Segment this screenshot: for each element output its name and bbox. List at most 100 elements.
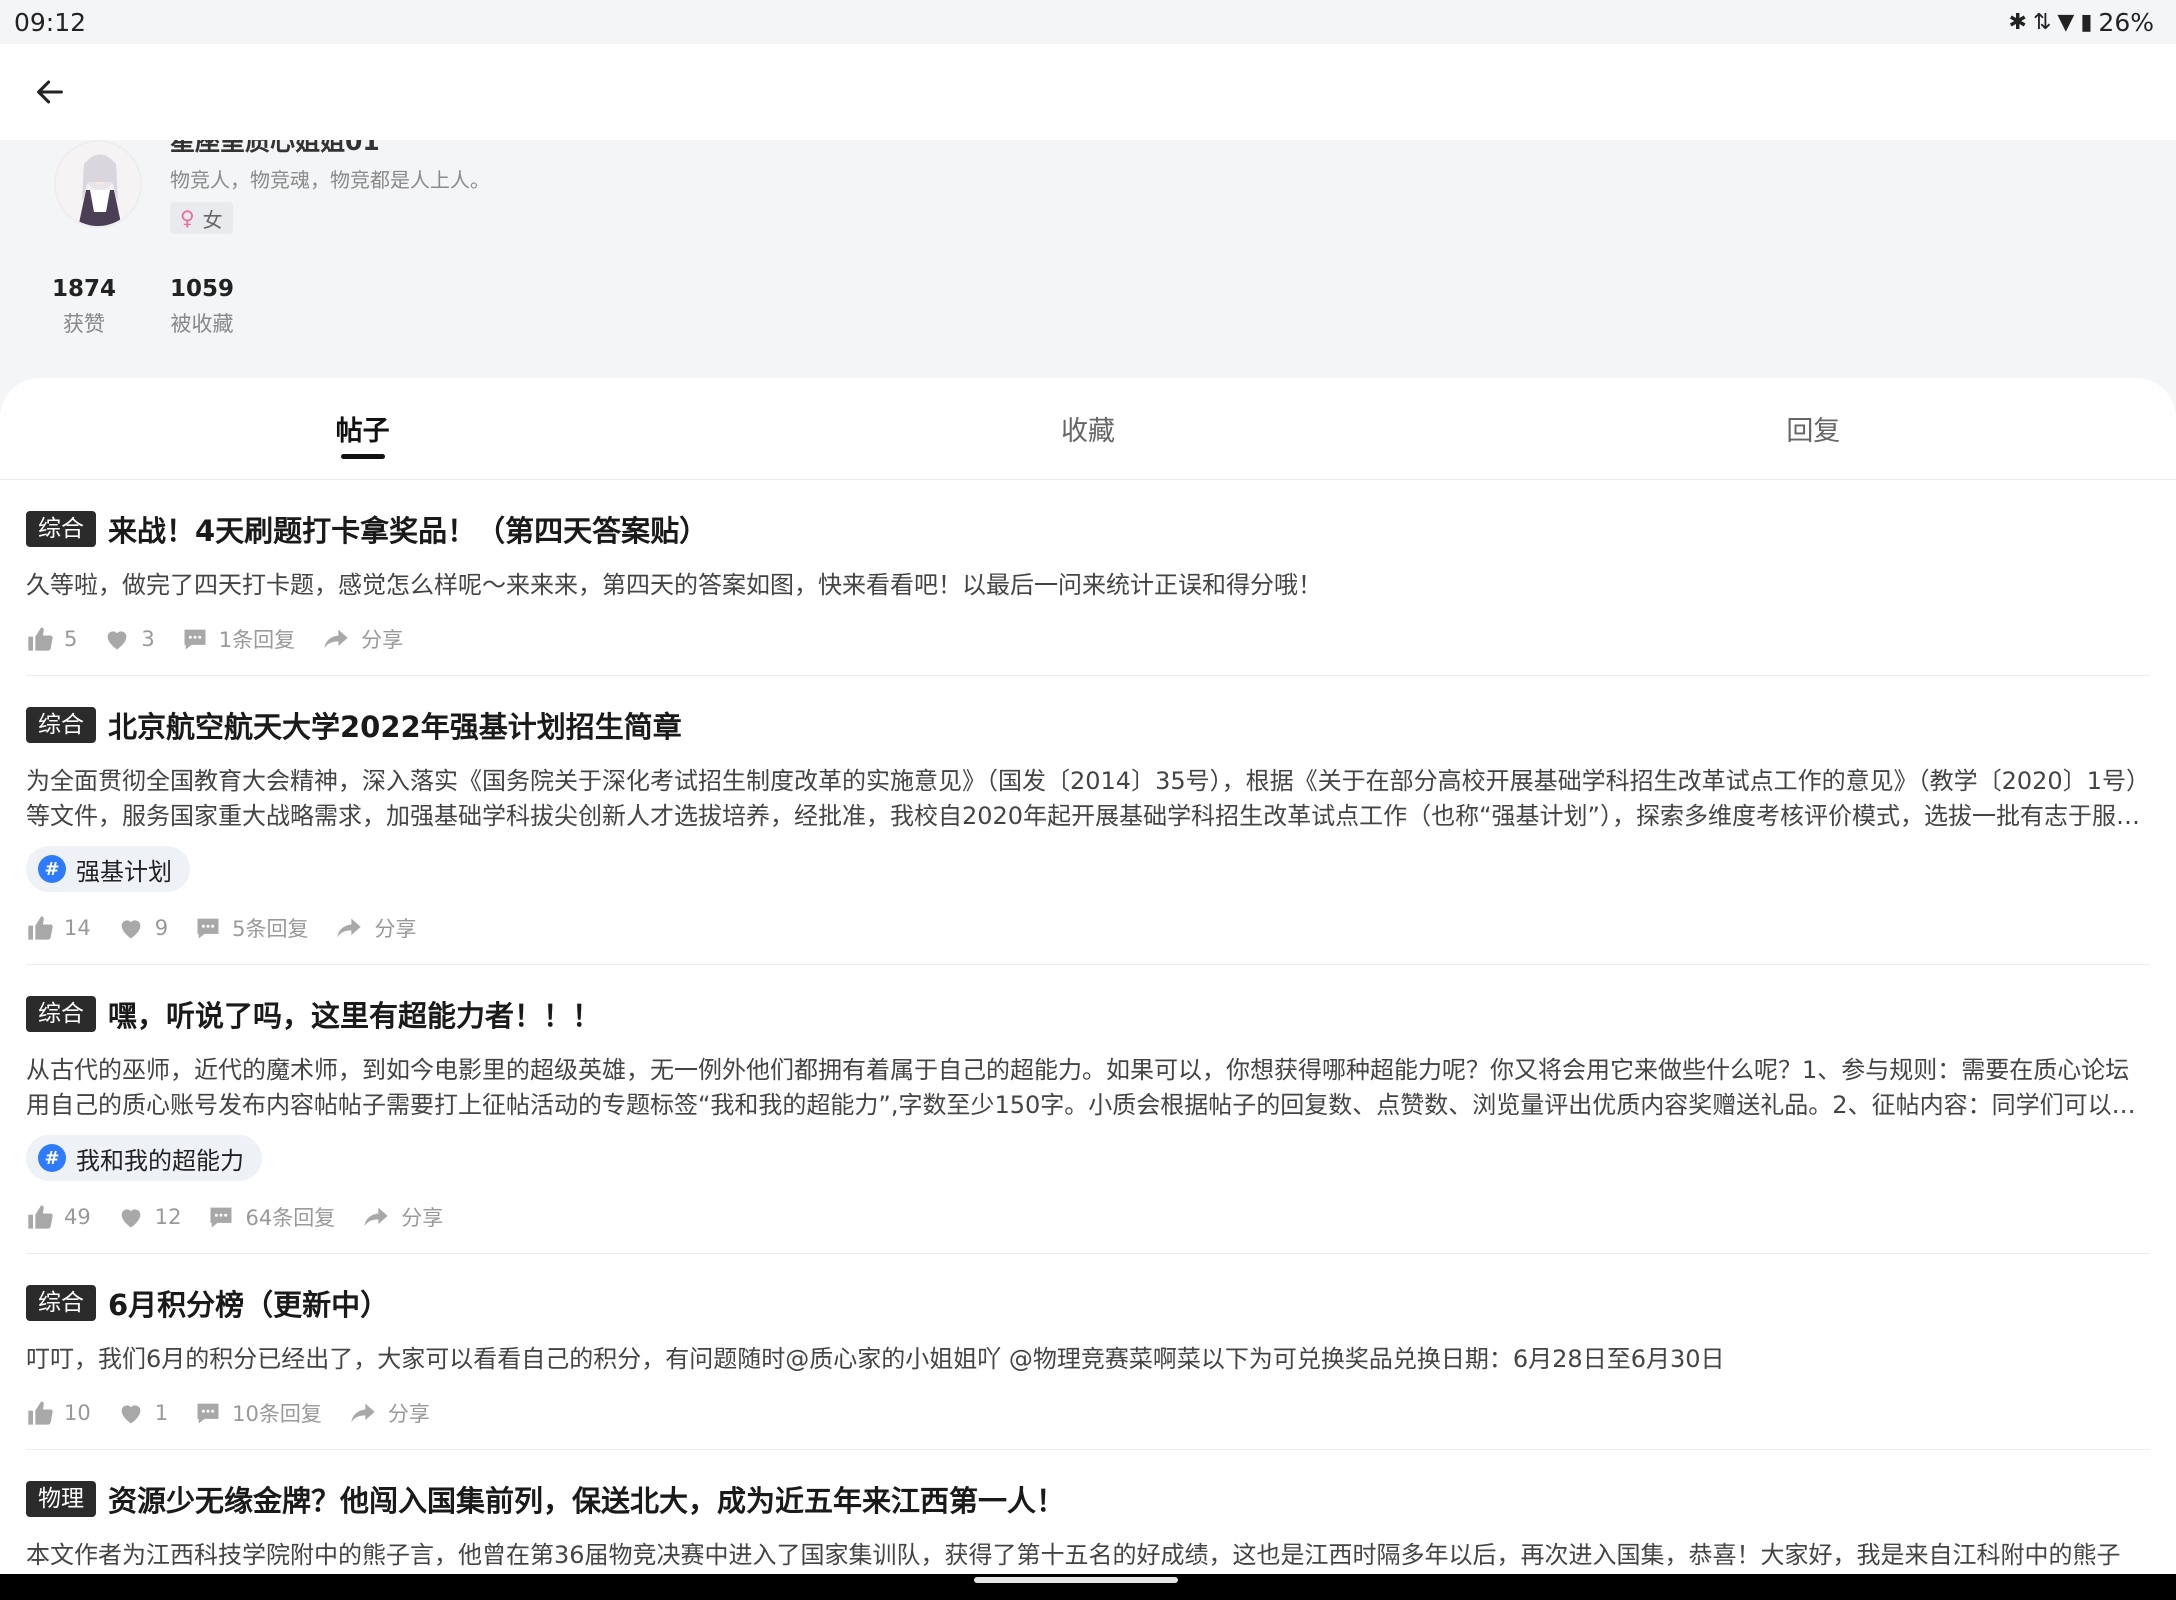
post-title[interactable]: 嘿，听说了吗，这里有超能力者！！！ [108, 993, 601, 1035]
reply-count: 10条回复 [232, 1402, 322, 1426]
comment-icon [210, 1207, 232, 1228]
heart-icon [108, 631, 127, 650]
tab-favorites[interactable]: 收藏 [725, 378, 1450, 479]
like-count: 10 [64, 1401, 91, 1425]
arrow-left-icon [37, 80, 63, 104]
share-label: 分享 [401, 1206, 444, 1230]
gender-label: 女 [202, 207, 223, 232]
reply-count: 5条回复 [232, 917, 309, 941]
stat-label: 获赞 [63, 312, 105, 336]
post-item[interactable]: 综合 北京航空航天大学2022年强基计划招生简章 为全面贯彻全国教育大会精神，深… [26, 676, 2150, 965]
thumbs-up-icon [28, 916, 53, 940]
post-excerpt: 为全面贯彻全国教育大会精神，深入落实《国务院关于深化考试招生制度改革的实施意见》… [26, 767, 2150, 830]
share-icon [351, 1403, 375, 1423]
heart-icon [121, 1209, 141, 1228]
reply-button[interactable]: 10条回复 [194, 1398, 322, 1428]
thumbs-up-icon [28, 1205, 53, 1229]
post-excerpt: 本文作者为江西科技学院附中的熊子言，他曾在第36届物竞决赛中进入了国家集训队，获… [26, 1541, 2121, 1569]
hashtag-icon: # [38, 1144, 66, 1172]
avatar-image [56, 142, 140, 226]
favorite-button[interactable]: 1 [117, 1399, 168, 1427]
share-button[interactable]: 分享 [348, 1398, 430, 1428]
gender-chip: ♀ 女 [170, 202, 233, 234]
like-button[interactable]: 49 [26, 1203, 91, 1231]
stat-likes: 1874 获赞 [52, 276, 116, 338]
heart-icon [121, 920, 141, 939]
share-button[interactable]: 分享 [321, 624, 403, 654]
battery-level: 26% [2098, 7, 2154, 37]
share-label: 分享 [374, 917, 417, 941]
post-excerpt: 久等啦，做完了四天打卡题，感觉怎么样呢～来来来，第四天的答案如图，快来看看吧！以… [26, 571, 1322, 599]
female-icon: ♀ [180, 206, 195, 230]
post-excerpt: 从古代的巫师，近代的魔术师，到如今电影里的超级英雄，无一例外他们都拥有着属于自己… [26, 1056, 2136, 1119]
stat-label: 被收藏 [170, 312, 234, 336]
like-count: 14 [64, 916, 91, 940]
post-title[interactable]: 来战！4天刷题打卡拿奖品！（第四天答案贴） [108, 508, 708, 550]
post-item[interactable]: 综合 来战！4天刷题打卡拿奖品！（第四天答案贴） 久等啦，做完了四天打卡题，感觉… [26, 480, 2150, 676]
share-button[interactable]: 分享 [334, 913, 416, 943]
topic-tag[interactable]: # 强基计划 [26, 846, 190, 892]
post-actions: 14 9 5条回复 分享 [26, 892, 2150, 964]
comment-icon [184, 629, 206, 650]
post-excerpt: 叮叮，我们6月的积分已经出了，大家可以看看自己的积分，有问题随时@质心家的小姐姐… [26, 1345, 1725, 1373]
post-title[interactable]: 6月积分榜（更新中） [108, 1282, 389, 1324]
post-item[interactable]: 物理 资源少无缘金牌？他闯入国集前列，保送北大，成为近五年来江西第一人！ 本文作… [26, 1450, 2150, 1574]
status-icons: ✱ ⇅ ▼ ▮ 26% [2009, 8, 2154, 37]
heart-icon [121, 1405, 141, 1424]
tab-posts[interactable]: 帖子 [0, 378, 725, 479]
thumbs-up-icon [28, 627, 53, 651]
share-icon [337, 918, 362, 938]
post-item[interactable]: 综合 6月积分榜（更新中） 叮叮，我们6月的积分已经出了，大家可以看看自己的积分… [26, 1254, 2150, 1450]
like-count: 5 [64, 627, 78, 651]
share-button[interactable]: 分享 [361, 1202, 443, 1232]
reply-button[interactable]: 64条回复 [207, 1202, 335, 1232]
content-card: 帖子 收藏 回复 综合 来战！4天刷题打卡拿奖品！（第四天答案贴） 久等啦，做完… [0, 378, 2176, 1574]
post-actions: 10 1 10条回复 分享 [26, 1377, 2150, 1449]
post-list: 综合 来战！4天刷题打卡拿奖品！（第四天答案贴） 久等啦，做完了四天打卡题，感觉… [0, 480, 2176, 1574]
home-indicator[interactable] [974, 1577, 1178, 1583]
favorite-button[interactable]: 3 [103, 625, 155, 653]
favorite-count: 1 [154, 1401, 169, 1425]
topic-label: 我和我的超能力 [76, 1146, 244, 1175]
post-title-row: 物理 资源少无缘金牌？他闯入国集前列，保送北大，成为近五年来江西第一人！ [26, 1478, 2150, 1520]
profile-bio: 物竞人，物竞魂，物竞都是人上人。 [170, 168, 490, 192]
post-item[interactable]: 综合 嘿，听说了吗，这里有超能力者！！！ 从古代的巫师，近代的魔术师，到如今电影… [26, 965, 2150, 1254]
share-label: 分享 [387, 1402, 430, 1426]
like-count: 49 [64, 1205, 91, 1229]
like-button[interactable]: 5 [26, 625, 77, 653]
favorite-count: 9 [154, 916, 169, 940]
status-bar: 09:12 ✱ ⇅ ▼ ▮ 26% [0, 0, 2176, 44]
thumbs-up-icon [28, 1401, 53, 1425]
status-time: 09:12 [14, 7, 87, 37]
tab-replies[interactable]: 回复 [1451, 378, 2176, 479]
reply-button[interactable]: 1条回复 [181, 624, 295, 654]
reply-button[interactable]: 5条回复 [194, 913, 308, 943]
avatar[interactable] [54, 140, 142, 228]
stat-favorited: 1059 被收藏 [170, 276, 234, 338]
post-title-row: 综合 北京航空航天大学2022年强基计划招生简章 [26, 704, 2150, 746]
share-label: 分享 [361, 628, 404, 652]
post-actions: 49 12 64条回复 分享 [26, 1181, 2150, 1253]
favorite-button[interactable]: 9 [117, 914, 168, 942]
battery-icon: ▮ [2080, 9, 2093, 35]
share-icon [364, 1207, 388, 1227]
reply-count: 64条回复 [245, 1206, 336, 1230]
topic-label: 强基计划 [76, 857, 172, 886]
post-actions: 5 3 1条回复 分享 [26, 603, 2150, 675]
like-button[interactable]: 10 [26, 1399, 91, 1427]
favorite-button[interactable]: 12 [117, 1203, 181, 1231]
post-title-row: 综合 6月积分榜（更新中） [26, 1282, 2150, 1324]
share-icon [324, 629, 348, 649]
stat-value: 1059 [170, 276, 235, 302]
tab-bar: 帖子 收藏 回复 [0, 378, 2176, 480]
wifi-icon: ▼ [2057, 9, 2075, 35]
comment-icon [197, 1403, 219, 1424]
category-badge: 综合 [26, 707, 96, 743]
stat-value: 1874 [52, 276, 117, 302]
category-badge: 物理 [26, 1481, 96, 1517]
back-button[interactable] [20, 62, 80, 122]
like-button[interactable]: 14 [26, 914, 91, 942]
topic-tag[interactable]: # 我和我的超能力 [26, 1135, 262, 1181]
post-title[interactable]: 北京航空航天大学2022年强基计划招生简章 [108, 704, 682, 746]
post-title[interactable]: 资源少无缘金牌？他闯入国集前列，保送北大，成为近五年来江西第一人！ [108, 1478, 1065, 1520]
